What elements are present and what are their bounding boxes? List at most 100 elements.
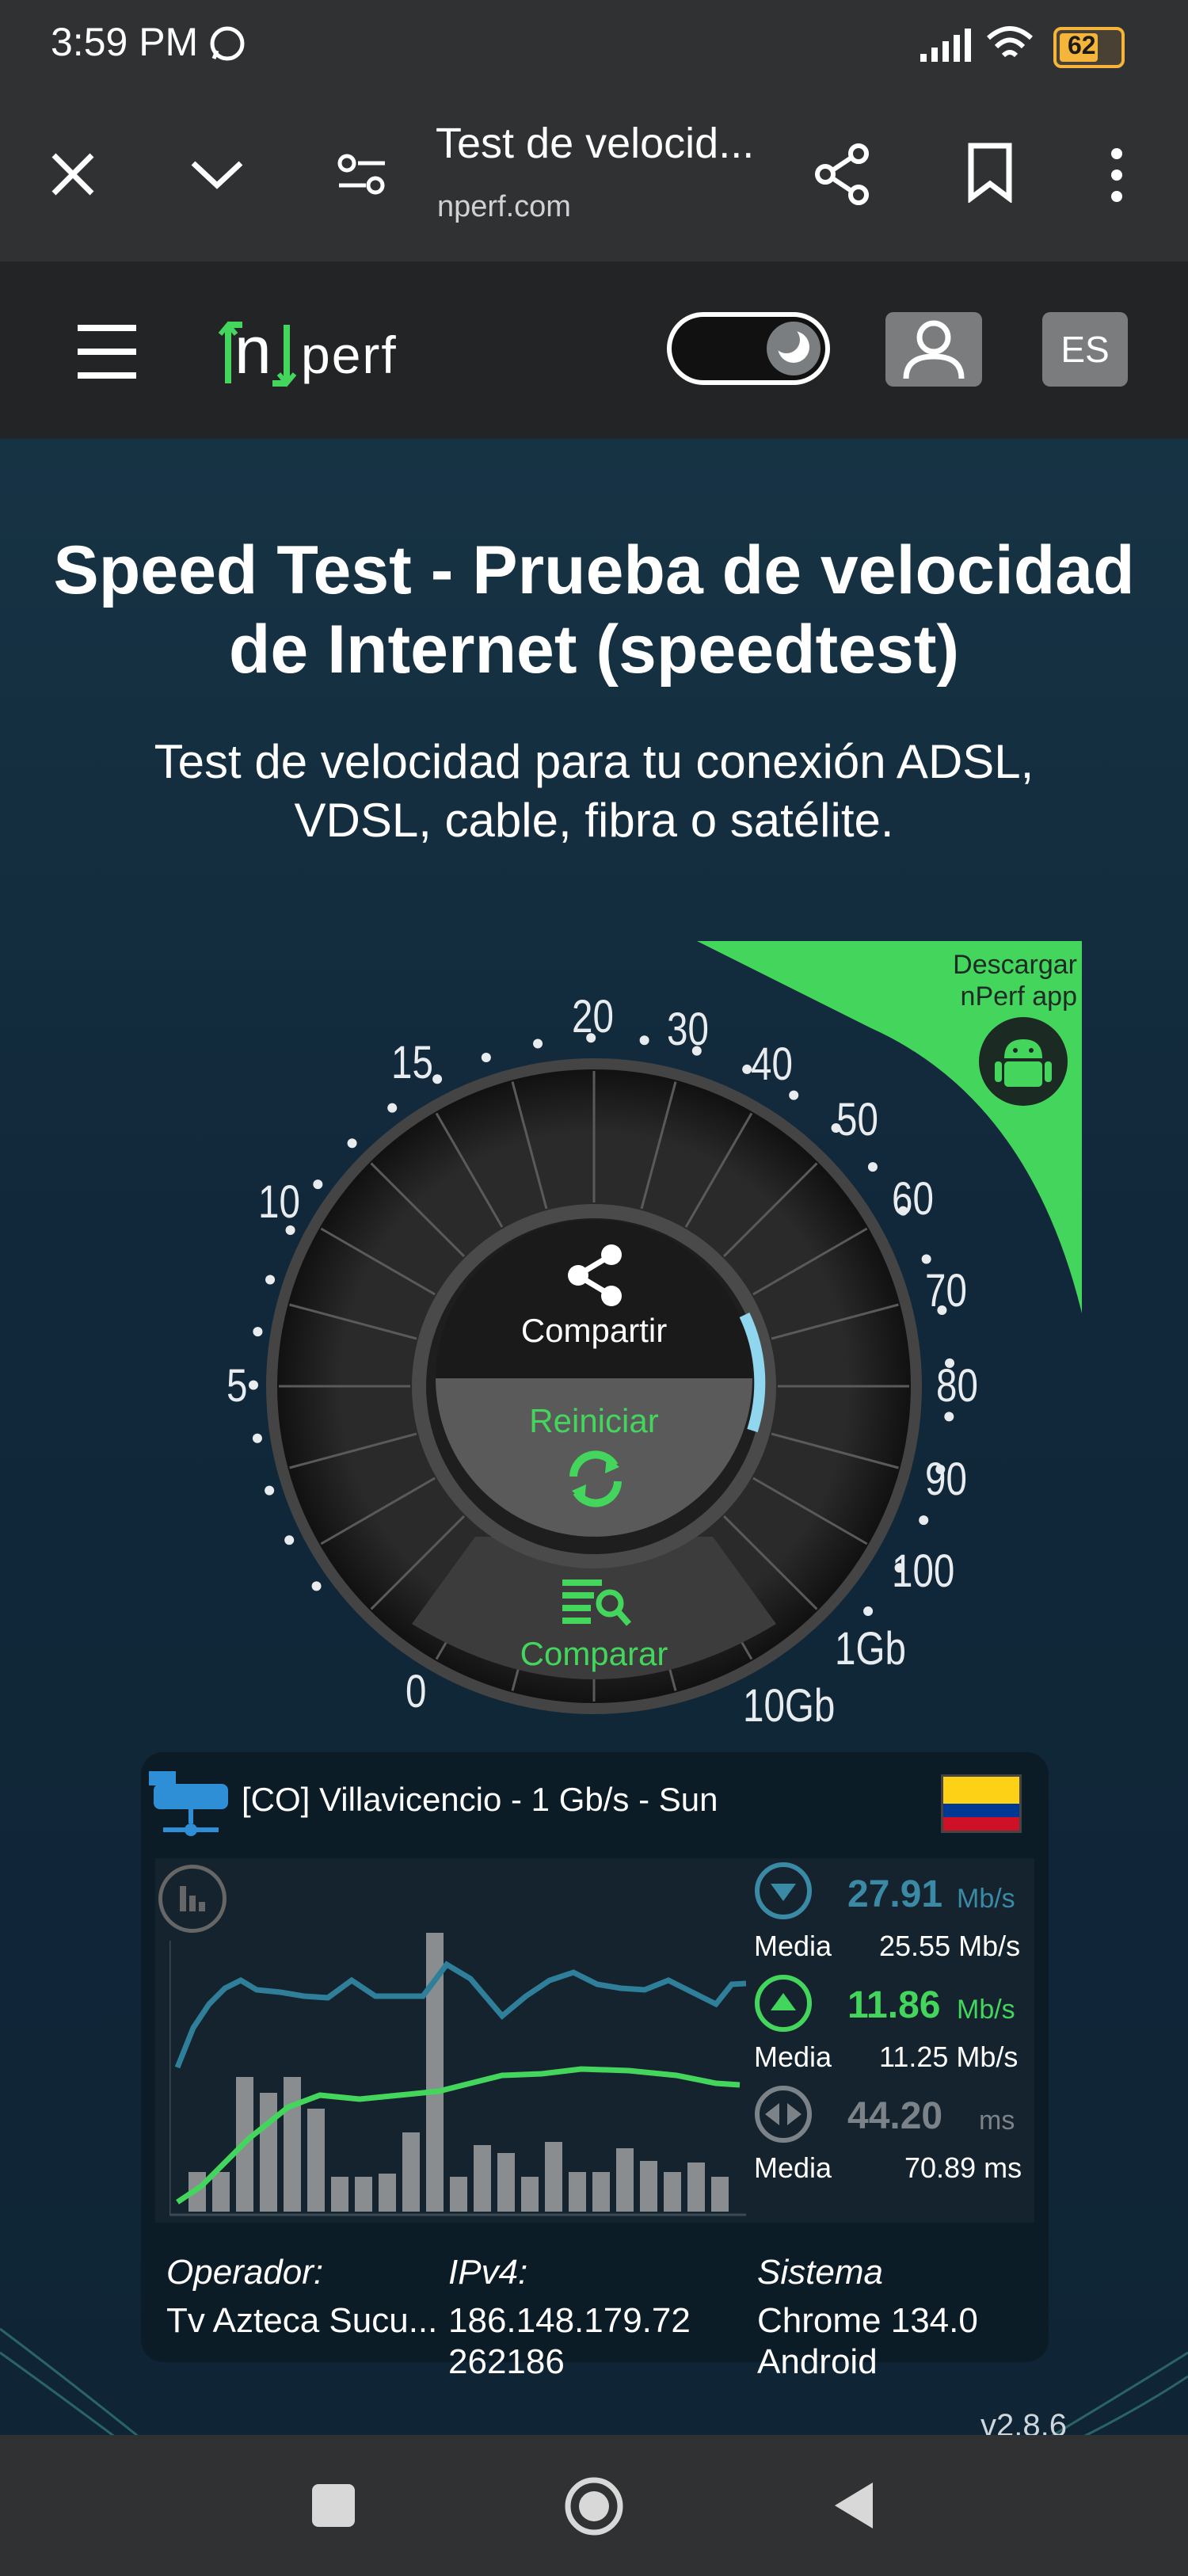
compare-button[interactable]: Comparar [475,1576,713,1679]
whatsapp-icon [210,26,245,61]
history-bar [212,2172,230,2212]
page-url[interactable]: nperf.com [437,190,571,224]
history-bar [260,2093,277,2212]
history-bar [379,2174,396,2212]
gauge-tick-dot [253,1327,263,1337]
ipv4-label: IPv4: [448,2253,528,2292]
subtitle-line-1: Test de velocidad para tu conexión ADSL, [154,735,1034,788]
share-icon [568,1244,622,1306]
close-icon[interactable] [49,151,97,198]
history-bar [402,2132,420,2212]
history-bar [307,2109,325,2212]
subtitle-line-2: VDSL, cable, fibra o satélite. [294,794,894,847]
gauge-tick-dot [789,1090,799,1100]
upload-avg: 11.25 Mb/s [879,2041,1019,2073]
dark-mode-toggle[interactable] [667,312,830,385]
wifi-icon [987,26,1033,58]
battery-icon: 62 [1053,27,1125,68]
status-time: 3:59 PM [51,20,199,64]
system-value: Chrome 134.0 Android [757,2300,978,2383]
gauge-tick-dot [742,1064,752,1074]
gauge-tick-dot [937,1305,947,1316]
ipv4-asn: 262186 [448,2342,565,2381]
gauge-tick-dot [265,1275,276,1285]
latency-avg-label: Media [754,2151,832,2184]
upload-avg-label: Media [754,2041,832,2073]
upload-unit: Mb/s [957,1995,1015,2025]
language-button[interactable]: ES [1042,312,1128,387]
gauge-tick-dot [432,1074,443,1084]
gauge-tick-dot [533,1038,543,1049]
gauge-tick-dot [944,1412,954,1422]
download-icon [755,1862,812,1919]
chevron-down-icon[interactable] [188,157,246,192]
hamburger-menu-icon[interactable] [76,322,138,382]
history-bar [687,2163,705,2212]
colombia-flag-icon [941,1774,1022,1833]
app-download-line-1: Descargar [953,950,1077,980]
share-button[interactable]: Compartir [475,1236,713,1370]
gauge-tick-dot [639,1035,649,1046]
upload-icon [755,1975,812,2032]
system-browser: Chrome 134.0 [757,2301,978,2340]
site-header [0,261,1188,439]
page-subtitle: Test de velocidad para tu conexión ADSL,… [0,733,1188,850]
latency-avg: 70.89 ms [904,2151,1022,2184]
history-bar [450,2177,467,2212]
back-button[interactable] [830,2479,878,2532]
gauge-tick-dot [894,1563,904,1573]
logo-perf: perf [301,326,398,384]
more-menu-icon[interactable] [1106,146,1128,204]
tab-title: Test de velocid... [436,120,755,167]
history-bar [616,2148,634,2212]
gauge-tick-dot [831,1123,841,1134]
gauge-tick-dot [284,1535,295,1545]
recents-button[interactable] [312,2484,355,2527]
bookmark-icon[interactable] [966,143,1014,203]
gauge-tick-dot [285,1225,295,1235]
gauge-tick-dot [347,1138,357,1149]
history-bar [569,2172,586,2212]
operator-label: Operador: [166,2253,324,2292]
page-title-line-1: Speed Test - Prueba de velocidad [53,532,1135,608]
history-bar [664,2172,681,2212]
gauge-tick-dot [867,1162,878,1172]
account-button[interactable] [885,312,982,387]
compare-label: Comparar [520,1635,668,1672]
gauge-tick-dot [898,1206,908,1216]
history-bar [640,2161,657,2212]
gauge-tick-dot [919,1515,929,1526]
battery-level: 62 [1068,31,1096,59]
download-value: 27.91 [847,1873,943,1915]
gauge-tick-dot [265,1485,275,1496]
ipv4-value: 186.148.179.72 262186 [448,2300,691,2383]
download-unit: Mb/s [957,1884,1015,1914]
gauge-tick-dot [935,1464,946,1474]
server-name[interactable]: [CO] Villavicencio - 1 Gb/s - Sun [242,1781,718,1819]
bar-chart-icon [180,1886,205,1911]
user-icon [903,320,965,379]
share-icon[interactable] [811,143,874,206]
history-line [174,1961,747,2069]
gauge-tick-dot [945,1358,955,1368]
android-icon[interactable] [979,1017,1068,1106]
history-bar [592,2172,610,2212]
operator-value: Tv Azteca Sucu... [166,2301,438,2340]
home-button[interactable] [562,2475,626,2538]
latency-value: 44.20 [847,2095,943,2137]
system-label: Sistema [757,2253,883,2292]
gauge-tick-dot [586,1033,596,1043]
download-avg: 25.55 Mb/s [879,1930,1021,1962]
history-bar [545,2142,562,2212]
site-settings-icon[interactable] [336,151,388,198]
gauge-tick-dot [313,1179,323,1190]
nperf-logo[interactable]: n perf [214,311,436,398]
restart-label: Reiniciar [529,1402,659,1439]
system-os: Android [757,2342,878,2381]
server-icon [149,1771,228,1836]
restart-button[interactable]: Reiniciar [475,1399,713,1518]
chart-type-button[interactable] [158,1865,227,1933]
page-title-line-2: de Internet (speedtest) [228,612,960,688]
history-bar [711,2177,729,2212]
history-bar [355,2177,372,2212]
